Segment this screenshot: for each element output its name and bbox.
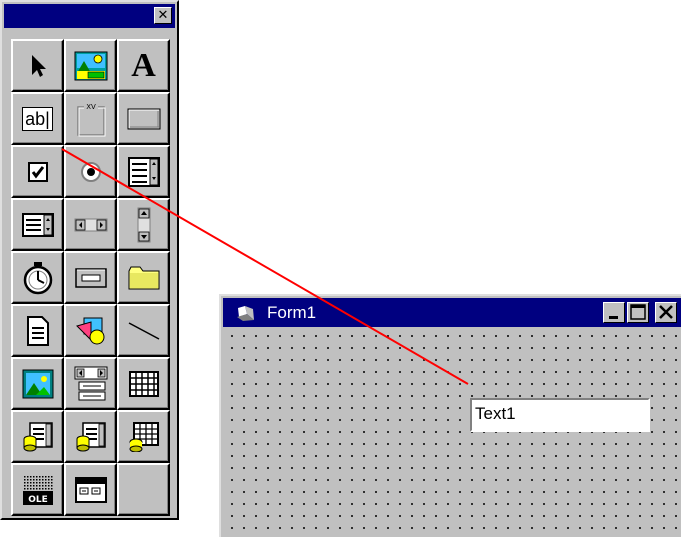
textbox-tool[interactable]: ab| [11, 92, 64, 145]
grid-icon [128, 370, 159, 397]
frame-tool[interactable]: XV [64, 92, 117, 145]
shape-tool[interactable] [64, 304, 117, 357]
pointer-tool[interactable] [11, 39, 64, 92]
maximize-button[interactable] [627, 302, 649, 323]
toolbox-title-bar[interactable]: ✕ [4, 4, 175, 28]
vscrollbar-tool[interactable] [117, 198, 170, 251]
list-box-icon [21, 212, 54, 237]
dblist-tool[interactable] [64, 410, 117, 463]
image-tool[interactable] [11, 357, 64, 410]
form-design-surface[interactable]: Text1 [223, 327, 681, 537]
horizontal-scrollbar-icon [74, 218, 107, 231]
form-title-bar[interactable]: Form1 [223, 298, 681, 327]
hscrollbar-tool[interactable] [64, 198, 117, 251]
empty-tool-slot [117, 463, 170, 516]
line-icon [128, 321, 159, 340]
db-list-icon [76, 421, 106, 451]
shape-icon [75, 317, 104, 344]
frame-icon: XV [76, 101, 105, 136]
command-button-icon [127, 108, 160, 129]
dirlistbox-tool[interactable] [117, 251, 170, 304]
image-icon [22, 369, 53, 398]
db-grid-icon [129, 421, 159, 452]
ole-icon: OLE [22, 474, 53, 505]
tabstrip-tool[interactable] [64, 463, 117, 516]
optionbutton-tool[interactable] [64, 145, 117, 198]
file-list-icon [26, 315, 49, 346]
close-icon: ✕ [157, 8, 169, 23]
tab-strip-icon [74, 476, 107, 503]
data-control-icon [74, 366, 107, 400]
combo-box-icon [127, 156, 160, 187]
picturebox-tool[interactable] [64, 39, 117, 92]
listbox-tool[interactable] [11, 198, 64, 251]
timer-icon [23, 261, 52, 294]
ole-tool[interactable]: OLE [11, 463, 64, 516]
form-window: Form1 Text1 [219, 294, 681, 537]
form-icon [237, 306, 254, 321]
frame-icon-text: XV [86, 103, 96, 111]
timer-tool[interactable] [11, 251, 64, 304]
text1-textbox[interactable]: Text1 [470, 398, 650, 432]
vertical-scrollbar-icon [137, 207, 150, 242]
ole-icon-text: OLE [28, 495, 48, 505]
db-combo-icon [23, 421, 53, 451]
grid-tool[interactable] [117, 357, 170, 410]
checkbox-icon [27, 161, 48, 182]
data-tool[interactable] [64, 357, 117, 410]
toolbox-grid: A ab| XV OLE [11, 39, 170, 516]
commandbutton-tool[interactable] [117, 92, 170, 145]
toolbox-window: ✕ A ab| XV OLE [0, 0, 179, 520]
form-title: Form1 [267, 303, 317, 322]
line-tool[interactable] [117, 304, 170, 357]
option-button-icon [80, 161, 101, 182]
combobox-tool[interactable] [117, 145, 170, 198]
minimize-icon [609, 316, 618, 319]
dbcombo-tool[interactable] [11, 410, 64, 463]
drivelistbox-tool[interactable] [64, 251, 117, 304]
toolbox-close-button[interactable]: ✕ [154, 7, 172, 24]
picture-box-icon [74, 51, 107, 80]
drive-list-icon [74, 267, 107, 288]
pointer-icon [31, 54, 46, 77]
textbox-icon: ab| [22, 106, 53, 131]
label-tool[interactable]: A [117, 39, 170, 92]
checkbox-tool[interactable] [11, 145, 64, 198]
maximize-icon [630, 304, 646, 320]
label-icon: A [131, 46, 156, 84]
minimize-button[interactable] [603, 302, 625, 323]
dbgrid-tool[interactable] [117, 410, 170, 463]
close-icon [659, 305, 673, 319]
close-button[interactable] [655, 302, 677, 323]
filelistbox-tool[interactable] [11, 304, 64, 357]
folder-icon [128, 266, 159, 289]
